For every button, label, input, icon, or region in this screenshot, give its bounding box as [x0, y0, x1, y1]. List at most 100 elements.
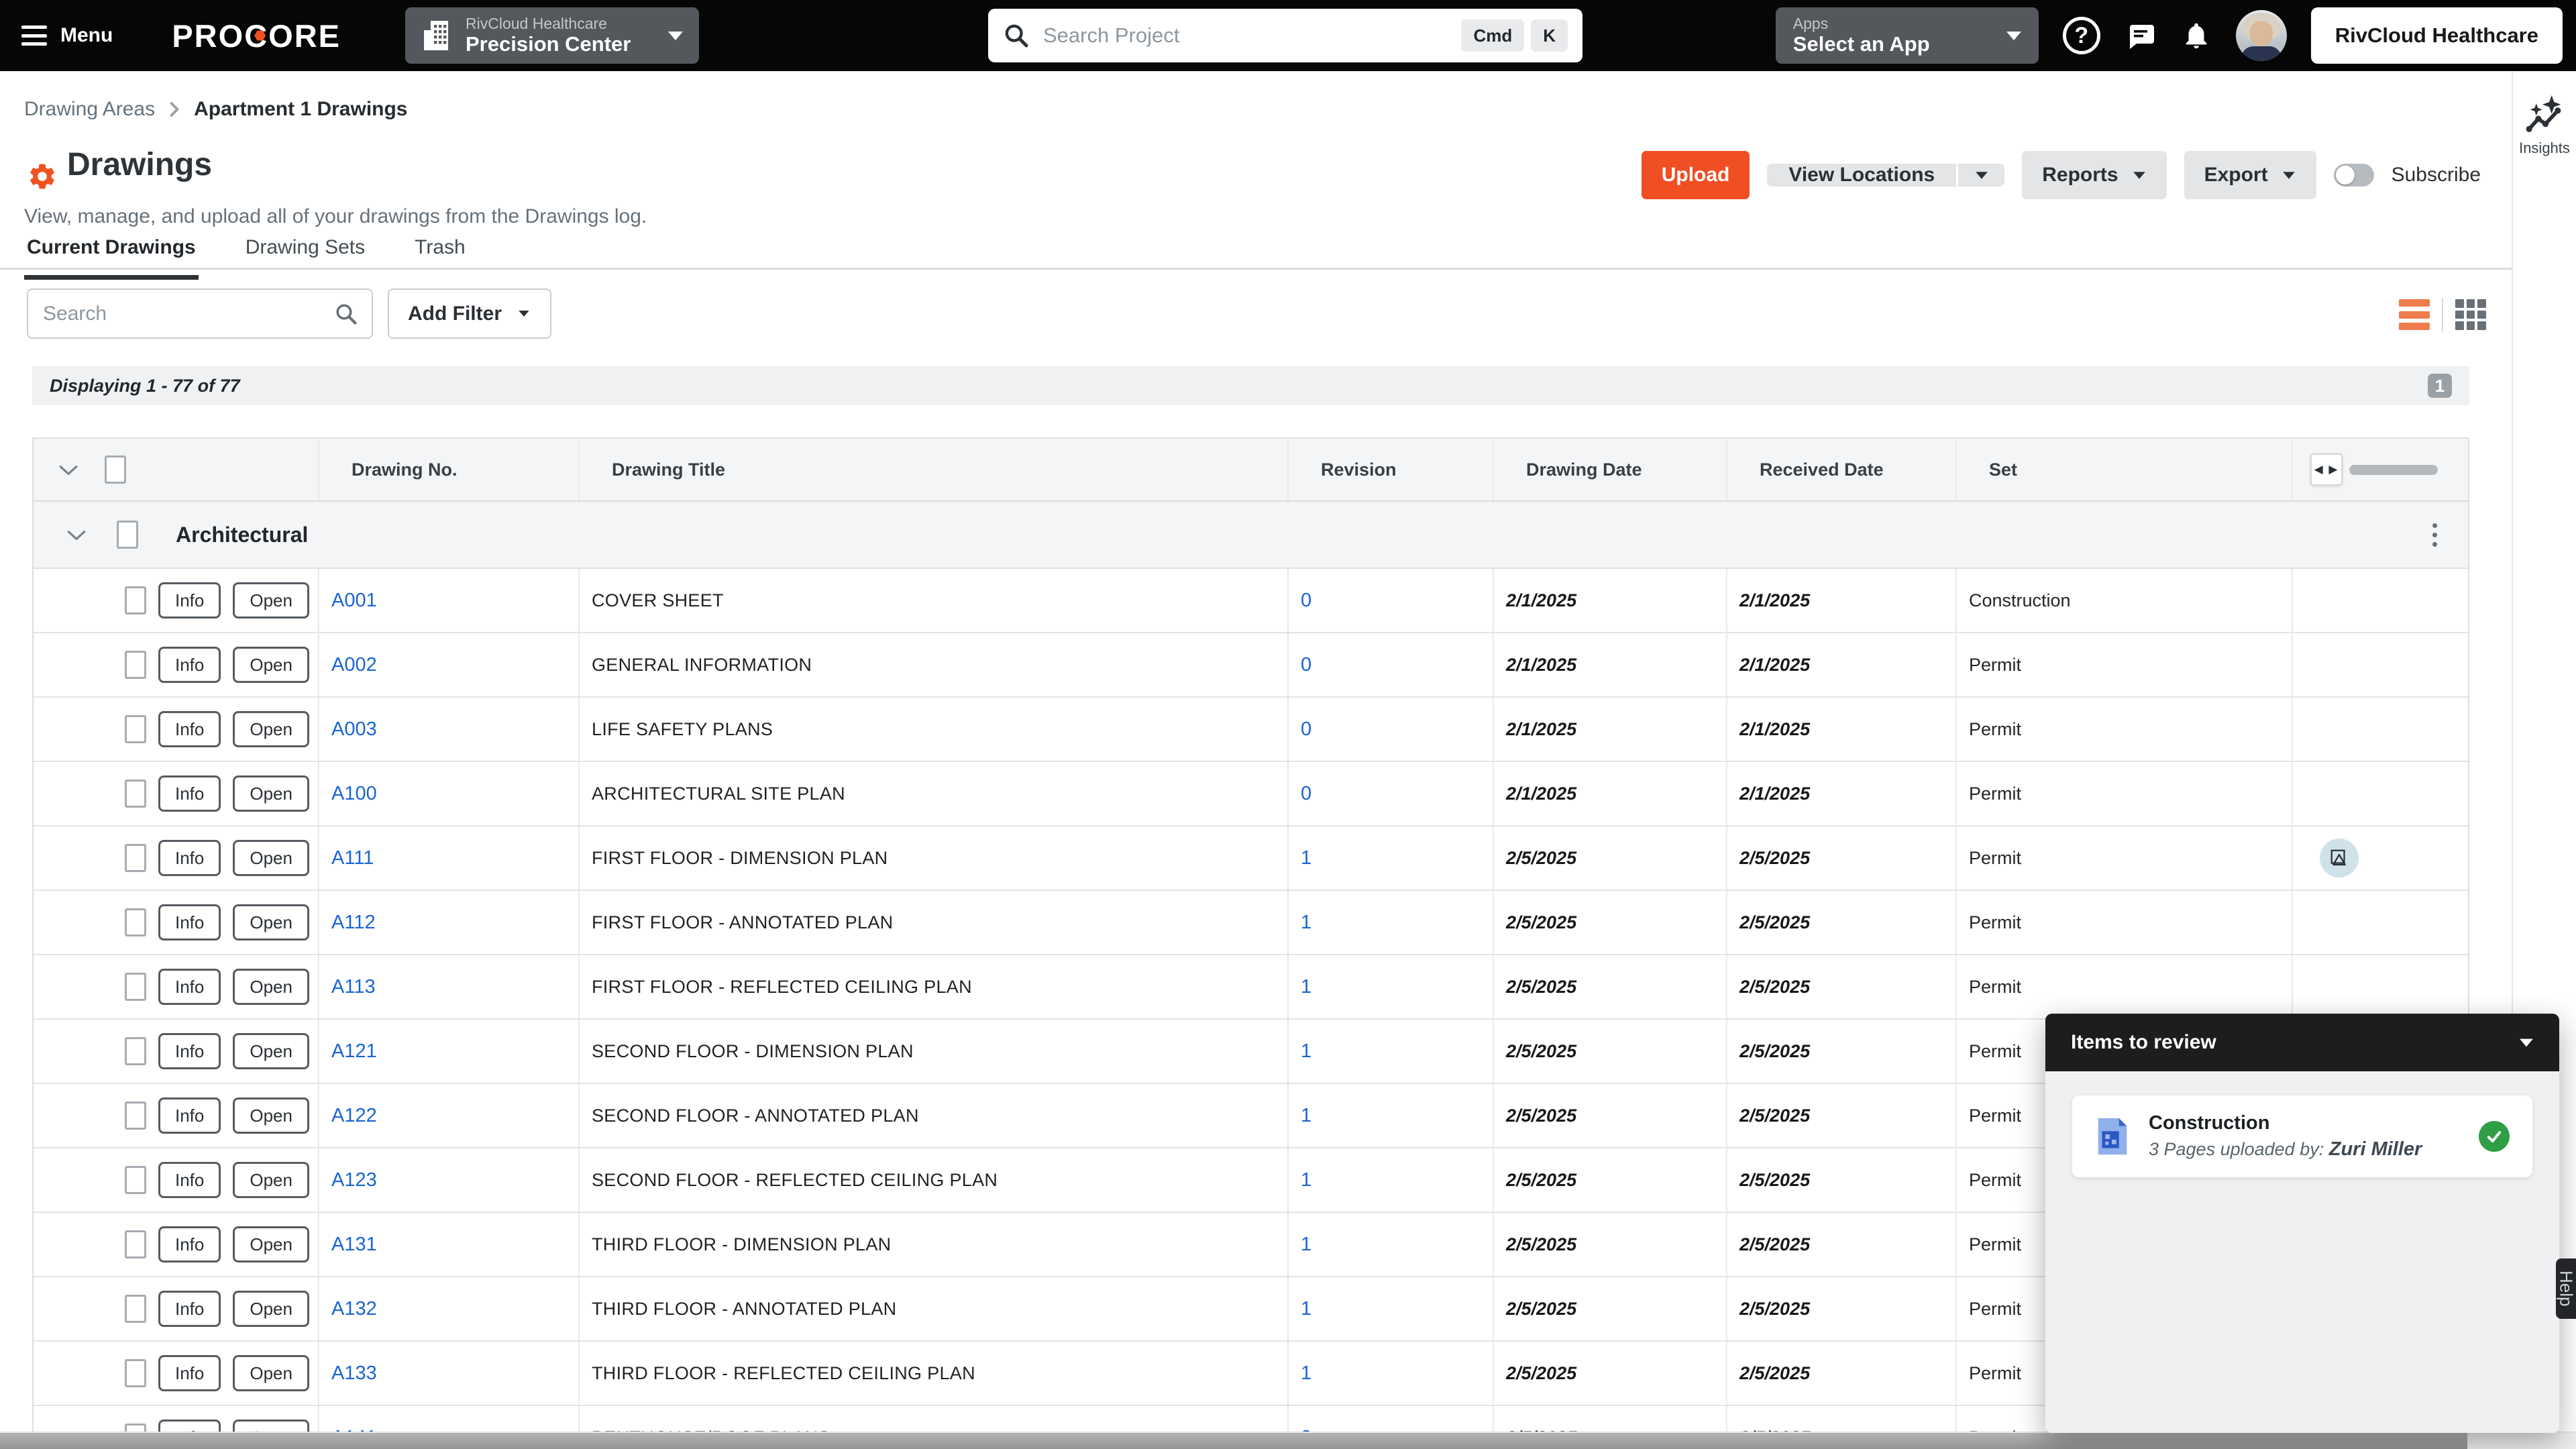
global-search-bar[interactable]: Cmd K	[988, 9, 1582, 62]
row-checkbox[interactable]	[125, 715, 146, 743]
add-filter-button[interactable]: Add Filter	[388, 288, 551, 339]
drawing-no-link[interactable]: A133	[331, 1362, 377, 1385]
horizontal-scrollbar[interactable]	[0, 1432, 2576, 1449]
row-open-button[interactable]: Open	[233, 1291, 309, 1327]
row-checkbox[interactable]	[125, 586, 146, 614]
subscribe-toggle[interactable]	[2334, 164, 2374, 186]
row-open-button[interactable]: Open	[233, 969, 309, 1005]
drawing-no-link[interactable]: A123	[331, 1169, 377, 1191]
avatar[interactable]	[2236, 10, 2287, 61]
list-view-icon[interactable]	[2399, 299, 2430, 330]
drawing-no-link[interactable]: A121	[331, 1040, 377, 1063]
column-scroll-bar[interactable]	[2349, 465, 2438, 475]
row-open-button[interactable]: Open	[233, 1162, 309, 1198]
revision-link[interactable]: 1	[1301, 1362, 1311, 1385]
row-info-button[interactable]: Info	[158, 582, 221, 619]
page-number-badge[interactable]: 1	[2428, 374, 2452, 398]
markup-icon[interactable]	[2320, 839, 2359, 877]
drawing-no-link[interactable]: A002	[331, 654, 377, 676]
tab-drawing-sets[interactable]: Drawing Sets	[243, 236, 368, 280]
row-open-button[interactable]: Open	[233, 904, 309, 941]
revision-link[interactable]: 1	[1301, 847, 1311, 869]
kebab-icon[interactable]	[2432, 523, 2437, 547]
bell-icon[interactable]	[2181, 20, 2212, 51]
row-info-button[interactable]: Info	[158, 1097, 221, 1134]
column-header-drawing-no[interactable]: Drawing No.	[318, 439, 578, 500]
row-checkbox[interactable]	[125, 1166, 146, 1194]
help-icon[interactable]: ?	[2063, 17, 2100, 54]
row-checkbox[interactable]	[125, 1359, 146, 1387]
row-checkbox[interactable]	[125, 1102, 146, 1130]
apps-selector[interactable]: Apps Select an App	[1776, 7, 2039, 64]
drawing-no-link[interactable]: A111	[331, 847, 374, 869]
row-open-button[interactable]: Open	[233, 840, 309, 876]
drawing-no-link[interactable]: A003	[331, 718, 377, 741]
view-locations-button[interactable]: View Locations	[1767, 164, 1956, 186]
column-header-received-date[interactable]: Received Date	[1726, 439, 1955, 500]
row-checkbox[interactable]	[125, 844, 146, 872]
drawing-no-link[interactable]: A132	[331, 1298, 377, 1320]
row-open-button[interactable]: Open	[233, 711, 309, 747]
revision-link[interactable]: 0	[1301, 783, 1311, 805]
revision-link[interactable]: 1	[1301, 976, 1311, 998]
review-item-card[interactable]: Construction 3 Pages uploaded by: Zuri M…	[2072, 1095, 2532, 1177]
revision-link[interactable]: 1	[1301, 1040, 1311, 1063]
tab-current-drawings[interactable]: Current Drawings	[24, 236, 199, 280]
drawing-no-link[interactable]: A001	[331, 590, 377, 612]
drawing-no-link[interactable]: A113	[331, 976, 376, 998]
row-info-button[interactable]: Info	[158, 840, 221, 876]
row-open-button[interactable]: Open	[233, 775, 309, 812]
row-checkbox[interactable]	[125, 908, 146, 936]
row-info-button[interactable]: Info	[158, 1291, 221, 1327]
row-info-button[interactable]: Info	[158, 1162, 221, 1198]
revision-link[interactable]: 0	[1301, 718, 1311, 741]
global-search-input[interactable]	[1042, 23, 1454, 48]
chat-icon[interactable]	[2125, 19, 2157, 52]
row-open-button[interactable]: Open	[233, 1226, 309, 1263]
hamburger-icon[interactable]	[21, 25, 47, 46]
horizontal-scrollbar-thumb[interactable]	[0, 1433, 2467, 1449]
row-info-button[interactable]: Info	[158, 1226, 221, 1263]
row-info-button[interactable]: Info	[158, 711, 221, 747]
export-button[interactable]: Export	[2184, 151, 2316, 199]
drawing-no-link[interactable]: A131	[331, 1234, 377, 1256]
row-checkbox[interactable]	[125, 1037, 146, 1065]
group-checkbox[interactable]	[117, 521, 138, 549]
drawing-no-link[interactable]: A122	[331, 1105, 377, 1127]
column-scroll-arrows[interactable]: ◀ ▶	[2310, 453, 2343, 486]
revision-link[interactable]: 1	[1301, 1105, 1311, 1127]
revision-link[interactable]: 1	[1301, 912, 1311, 934]
breadcrumb-parent-link[interactable]: Drawing Areas	[24, 98, 155, 121]
account-company-pill[interactable]: RivCloud Healthcare	[2311, 7, 2563, 64]
revision-link[interactable]: 1	[1301, 1234, 1311, 1256]
row-info-button[interactable]: Info	[158, 775, 221, 812]
items-panel-header[interactable]: Items to review	[2045, 1014, 2559, 1071]
row-checkbox[interactable]	[125, 780, 146, 808]
reports-button[interactable]: Reports	[2022, 151, 2166, 199]
row-open-button[interactable]: Open	[233, 647, 309, 683]
insights-tab[interactable]: Insights	[2513, 95, 2576, 157]
chevron-down-icon[interactable]	[66, 528, 87, 541]
row-info-button[interactable]: Info	[158, 1033, 221, 1069]
tab-trash[interactable]: Trash	[412, 236, 468, 280]
row-open-button[interactable]: Open	[233, 582, 309, 619]
help-side-tab[interactable]: Help	[2556, 1258, 2576, 1319]
row-checkbox[interactable]	[125, 1295, 146, 1323]
revision-link[interactable]: 0	[1301, 590, 1311, 612]
row-info-button[interactable]: Info	[158, 1355, 221, 1391]
project-selector[interactable]: RivCloud Healthcare Precision Center	[405, 7, 699, 64]
row-info-button[interactable]: Info	[158, 969, 221, 1005]
revision-link[interactable]: 1	[1301, 1169, 1311, 1191]
row-checkbox[interactable]	[125, 651, 146, 679]
table-search-input[interactable]	[42, 302, 334, 326]
row-open-button[interactable]: Open	[233, 1355, 309, 1391]
row-info-button[interactable]: Info	[158, 904, 221, 941]
drawing-no-link[interactable]: A100	[331, 783, 377, 805]
view-locations-caret-button[interactable]	[1956, 164, 2004, 186]
select-all-checkbox[interactable]	[105, 455, 126, 484]
row-checkbox[interactable]	[125, 973, 146, 1001]
revision-link[interactable]: 1	[1301, 1298, 1311, 1320]
column-header-drawing-title[interactable]: Drawing Title	[578, 439, 1287, 500]
chevron-down-icon[interactable]	[58, 463, 79, 476]
row-checkbox[interactable]	[125, 1230, 146, 1258]
